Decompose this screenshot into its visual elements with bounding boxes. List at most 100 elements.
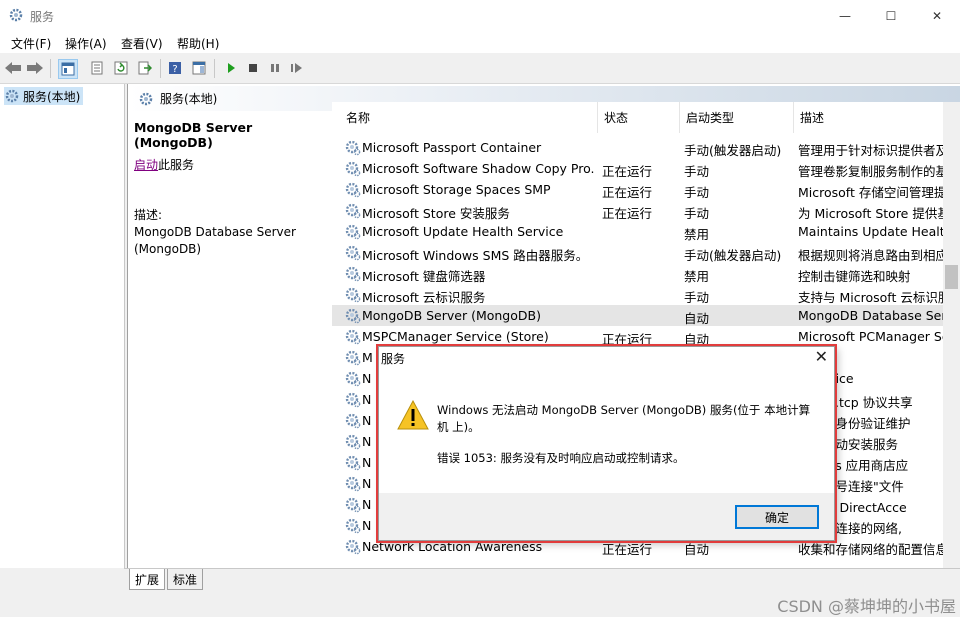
forward-button[interactable] bbox=[26, 59, 44, 77]
menu-action[interactable]: 操作(A) bbox=[65, 35, 107, 52]
service-gear-icon bbox=[344, 160, 361, 177]
tab-extended[interactable]: 扩展 bbox=[129, 569, 166, 590]
column-header-label: 启动类型 bbox=[686, 111, 735, 125]
table-row[interactable]: MongoDB Server (MongoDB) 自动 MongoDB Databa… bbox=[332, 305, 960, 326]
service-startup-type: 禁用 bbox=[684, 269, 710, 284]
vertical-scrollbar[interactable] bbox=[943, 102, 960, 568]
close-button[interactable]: ✕ bbox=[914, 0, 960, 31]
table-row[interactable]: Microsoft Software Shadow Copy Pro... 正在运… bbox=[332, 158, 960, 179]
start-service-line: 启动此服务 bbox=[134, 156, 194, 173]
tab-label: 扩展 bbox=[135, 572, 160, 587]
service-gear-icon bbox=[344, 265, 361, 282]
table-row[interactable]: Microsoft 云标识服务 手动 支持与 Microsoft 云标识服 bbox=[332, 284, 960, 305]
service-description: Microsoft 存储空间管理提 bbox=[798, 185, 947, 200]
status-bar: CSDN @蔡坤坤的小书屋 bbox=[0, 590, 960, 616]
services-gear-icon bbox=[9, 8, 23, 22]
properties-button[interactable] bbox=[88, 59, 106, 77]
show-panel-button[interactable] bbox=[190, 59, 208, 77]
back-button[interactable] bbox=[4, 59, 22, 77]
toolbar-separator bbox=[214, 59, 215, 78]
ok-button[interactable]: 确定 bbox=[735, 505, 819, 529]
start-service-link[interactable]: 启动 bbox=[134, 158, 158, 172]
service-name: Network Location Awareness bbox=[362, 539, 543, 554]
back-arrow-icon bbox=[5, 62, 21, 74]
tree-item-label: 服务(本地) bbox=[23, 89, 81, 104]
service-startup-type: 手动(触发器启动) bbox=[684, 248, 782, 263]
restart-icon bbox=[291, 63, 302, 73]
service-name: Microsoft 云标识服务 bbox=[362, 290, 486, 305]
table-row[interactable]: Microsoft Storage Spaces SMP 正在运行 手动 Micros… bbox=[332, 179, 960, 200]
service-status: 正在运行 bbox=[602, 542, 653, 557]
service-gear-icon bbox=[344, 412, 361, 429]
table-row[interactable]: MSPCManager Service (Store) 正在运行 自动 Microso… bbox=[332, 326, 960, 347]
tab-standard[interactable]: 标准 bbox=[167, 569, 204, 590]
watermark: CSDN @蔡坤坤的小书屋 bbox=[777, 597, 956, 616]
tab-label: 标准 bbox=[173, 572, 198, 587]
service-gear-icon bbox=[344, 475, 361, 492]
pause-service-button[interactable] bbox=[266, 59, 284, 77]
table-row[interactable]: Microsoft Store 安装服务 正在运行 手动 为 Microsoft St… bbox=[332, 200, 960, 221]
tree-item-services-local[interactable]: 服务(本地) bbox=[4, 87, 84, 105]
menu-help[interactable]: 帮助(H) bbox=[177, 35, 219, 52]
column-header-status[interactable]: 状态 bbox=[598, 102, 680, 133]
service-gear-icon bbox=[344, 349, 361, 366]
service-gear-icon bbox=[344, 517, 361, 534]
service-description: 根据规则将消息路由到相应 bbox=[798, 248, 948, 263]
services-gear-icon bbox=[5, 89, 19, 103]
forward-arrow-icon bbox=[27, 62, 43, 74]
toolbar: ? bbox=[0, 53, 960, 84]
column-header-description[interactable]: 描述 bbox=[794, 102, 960, 133]
close-icon: ✕ bbox=[931, 8, 943, 23]
maximize-button[interactable]: ☐ bbox=[868, 0, 914, 31]
service-name: Microsoft Update Health Service bbox=[362, 224, 564, 239]
panel-header-label: 服务(本地) bbox=[160, 92, 218, 106]
export-list-button[interactable] bbox=[136, 59, 154, 77]
service-description-pane: MongoDB Server (MongoDB) 启动此服务 描述: Mongo… bbox=[134, 120, 324, 256]
menu-file[interactable]: 文件(F) bbox=[11, 35, 51, 52]
column-header-label: 描述 bbox=[800, 111, 825, 125]
table-row[interactable]: Microsoft Passport Container 手动(触发器启动) 管理用… bbox=[332, 137, 960, 158]
column-header-label: 名称 bbox=[346, 111, 371, 125]
service-description: 控制击键筛选和映射 bbox=[798, 269, 911, 284]
service-gear-icon bbox=[344, 328, 361, 345]
start-service-suffix: 此服务 bbox=[158, 158, 195, 172]
table-row[interactable]: Microsoft Windows SMS 路由器服务。 手动(触发器启动) 根据规… bbox=[332, 242, 960, 263]
service-name: MongoDB Server (MongoDB) bbox=[362, 308, 541, 323]
show-tree-button[interactable] bbox=[58, 59, 78, 79]
selected-service-title: MongoDB Server (MongoDB) bbox=[134, 120, 253, 150]
service-status: 正在运行 bbox=[602, 206, 653, 221]
start-service-button[interactable] bbox=[222, 59, 240, 77]
stop-icon bbox=[249, 64, 257, 72]
dialog-error-detail: 错误 1053: 服务没有及时响应启动或控制请求。 bbox=[437, 451, 685, 465]
maximize-icon: ☐ bbox=[885, 8, 897, 23]
error-dialog: 服务 ✕ Windows 无法启动 MongoDB Server (MongoD… bbox=[378, 346, 835, 541]
table-row[interactable]: Microsoft 键盘筛选器 禁用 控制击键筛选和映射 bbox=[332, 263, 960, 284]
svg-text:?: ? bbox=[172, 64, 177, 75]
service-name: MSPCManager Service (Store) bbox=[362, 329, 549, 344]
service-gear-icon bbox=[344, 307, 361, 324]
service-gear-icon bbox=[344, 286, 361, 303]
sort-ascending-icon: ^ bbox=[462, 102, 470, 109]
service-description: Maintains Update Health bbox=[798, 224, 948, 239]
dialog-title: 服务 bbox=[381, 352, 406, 366]
column-header-startup-type[interactable]: 启动类型 bbox=[680, 102, 794, 133]
minimize-button[interactable]: — bbox=[822, 0, 868, 31]
restart-service-button[interactable] bbox=[288, 59, 306, 77]
stop-service-button[interactable] bbox=[244, 59, 262, 77]
service-gear-icon bbox=[344, 370, 361, 387]
dialog-close-button[interactable]: ✕ bbox=[815, 347, 828, 366]
console-tree-icon bbox=[61, 62, 75, 76]
service-gear-icon bbox=[344, 496, 361, 513]
service-gear-icon bbox=[344, 538, 361, 555]
minimize-icon: — bbox=[839, 8, 851, 23]
column-header-name[interactable]: ^ 名称 bbox=[332, 102, 598, 133]
scrollbar-thumb[interactable] bbox=[945, 265, 958, 289]
service-name: Microsoft Passport Container bbox=[362, 140, 542, 155]
help-button[interactable]: ? bbox=[166, 59, 184, 77]
refresh-button[interactable] bbox=[112, 59, 130, 77]
menu-view[interactable]: 查看(V) bbox=[121, 35, 163, 52]
pause-icon bbox=[271, 64, 279, 72]
table-row[interactable]: Microsoft Update Health Service 禁用 Maintai… bbox=[332, 221, 960, 242]
service-description: 支持与 Microsoft 云标识服 bbox=[798, 290, 948, 305]
service-startup-type: 手动 bbox=[684, 164, 710, 179]
